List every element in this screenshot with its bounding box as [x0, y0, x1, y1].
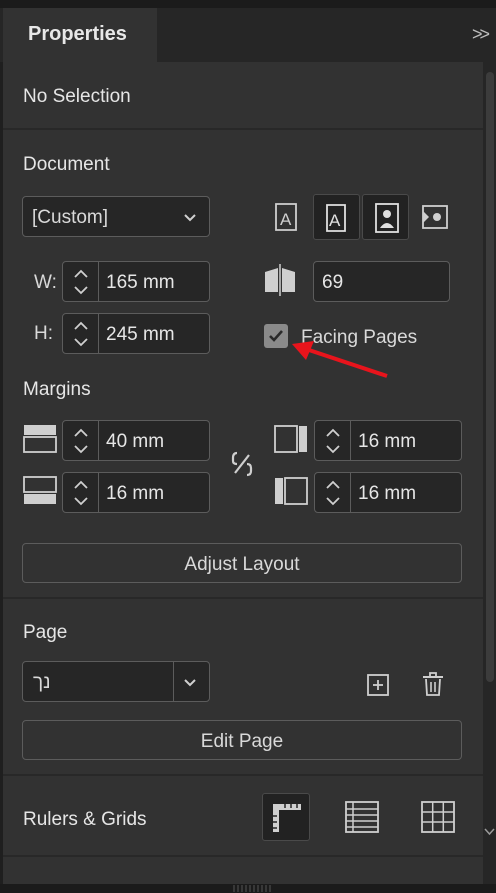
margin-outside-value: 16 mm	[358, 483, 417, 504]
stepper-arrows-icon	[74, 428, 88, 454]
margin-bottom-stepper[interactable]	[63, 473, 99, 512]
scroll-down-icon[interactable]	[484, 826, 495, 836]
margin-outside-icon	[275, 477, 308, 505]
tab-properties-label: Properties	[28, 23, 127, 45]
ruler-icon	[273, 804, 301, 832]
baseline-grid-icon[interactable]	[344, 800, 380, 834]
selection-status: No Selection	[23, 86, 131, 107]
pages-count-field[interactable]: 69	[313, 261, 450, 302]
collapse-panel-button[interactable]: >>	[472, 24, 490, 45]
margin-bottom-value: 16 mm	[106, 483, 165, 504]
adjust-layout-button[interactable]: Adjust Layout	[22, 543, 462, 583]
landscape-layout-icon[interactable]	[420, 203, 450, 231]
margin-outside-stepper[interactable]	[315, 473, 351, 512]
page-selector-value: נך	[33, 672, 51, 693]
margins-heading: Margins	[23, 379, 91, 400]
margin-top-value: 40 mm	[106, 431, 165, 452]
pages-count-icon	[265, 264, 295, 296]
portrait-orientation-button[interactable]: A	[313, 194, 360, 240]
page-selector-dropdown[interactable]: נך	[22, 661, 210, 702]
document-preset-dropdown[interactable]: [Custom]	[22, 196, 210, 237]
document-heading: Document	[23, 154, 110, 175]
width-field[interactable]: 165 mm	[62, 261, 210, 302]
section-divider	[3, 774, 483, 776]
margin-outside-field[interactable]: 16 mm	[314, 472, 462, 513]
portrait-layout-button[interactable]	[362, 194, 409, 240]
section-divider	[3, 855, 483, 857]
height-value: 245 mm	[106, 324, 175, 345]
add-page-icon[interactable]	[366, 673, 390, 697]
margin-inside-value: 16 mm	[358, 431, 417, 452]
chevron-down-icon	[184, 679, 196, 687]
margin-inside-stepper[interactable]	[315, 421, 351, 460]
document-preset-value: [Custom]	[32, 207, 109, 228]
margin-inside-icon	[274, 425, 307, 453]
checkmark-icon	[269, 330, 283, 342]
unlink-chain-icon[interactable]	[229, 449, 255, 479]
svg-text:A: A	[280, 210, 292, 229]
margin-bottom-icon	[23, 476, 57, 504]
section-divider	[3, 128, 483, 130]
margin-bottom-field[interactable]: 16 mm	[62, 472, 210, 513]
dropdown-divider	[173, 662, 174, 701]
portrait-text-icon: A	[326, 204, 346, 232]
margin-top-field[interactable]: 40 mm	[62, 420, 210, 461]
window-top-strip	[0, 0, 496, 8]
page-heading: Page	[23, 622, 68, 643]
stepper-arrows-icon	[326, 428, 340, 454]
toggle-rulers-button[interactable]	[262, 793, 310, 841]
delete-page-icon[interactable]	[421, 671, 445, 697]
margin-top-stepper[interactable]	[63, 421, 99, 460]
document-grid-icon[interactable]	[420, 800, 456, 834]
height-field[interactable]: 245 mm	[62, 313, 210, 354]
width-label: W:	[34, 272, 57, 293]
margin-top-icon	[23, 425, 57, 453]
height-stepper[interactable]	[63, 314, 99, 353]
svg-text:A: A	[329, 211, 341, 230]
margin-inside-field[interactable]: 16 mm	[314, 420, 462, 461]
stepper-arrows-icon	[74, 269, 88, 295]
resize-grip-icon[interactable]	[232, 884, 272, 893]
stepper-arrows-icon	[74, 480, 88, 506]
section-divider	[3, 597, 483, 599]
adjust-layout-label: Adjust Layout	[184, 554, 300, 575]
page-orientation-icon[interactable]: A	[272, 200, 300, 234]
edit-page-label: Edit Page	[200, 731, 284, 752]
portrait-person-icon	[375, 203, 399, 233]
scrollbar-thumb[interactable]	[486, 72, 494, 682]
chevron-down-icon	[184, 214, 196, 222]
stepper-arrows-icon	[74, 321, 88, 347]
width-stepper[interactable]	[63, 262, 99, 301]
width-value: 165 mm	[106, 272, 175, 293]
stepper-arrows-icon	[326, 480, 340, 506]
edit-page-button[interactable]: Edit Page	[22, 720, 462, 760]
annotation-arrow-icon	[292, 341, 388, 378]
rulers-grids-heading: Rulers & Grids	[23, 809, 147, 830]
pages-count-value: 69	[322, 272, 344, 293]
height-label: H:	[34, 323, 53, 344]
